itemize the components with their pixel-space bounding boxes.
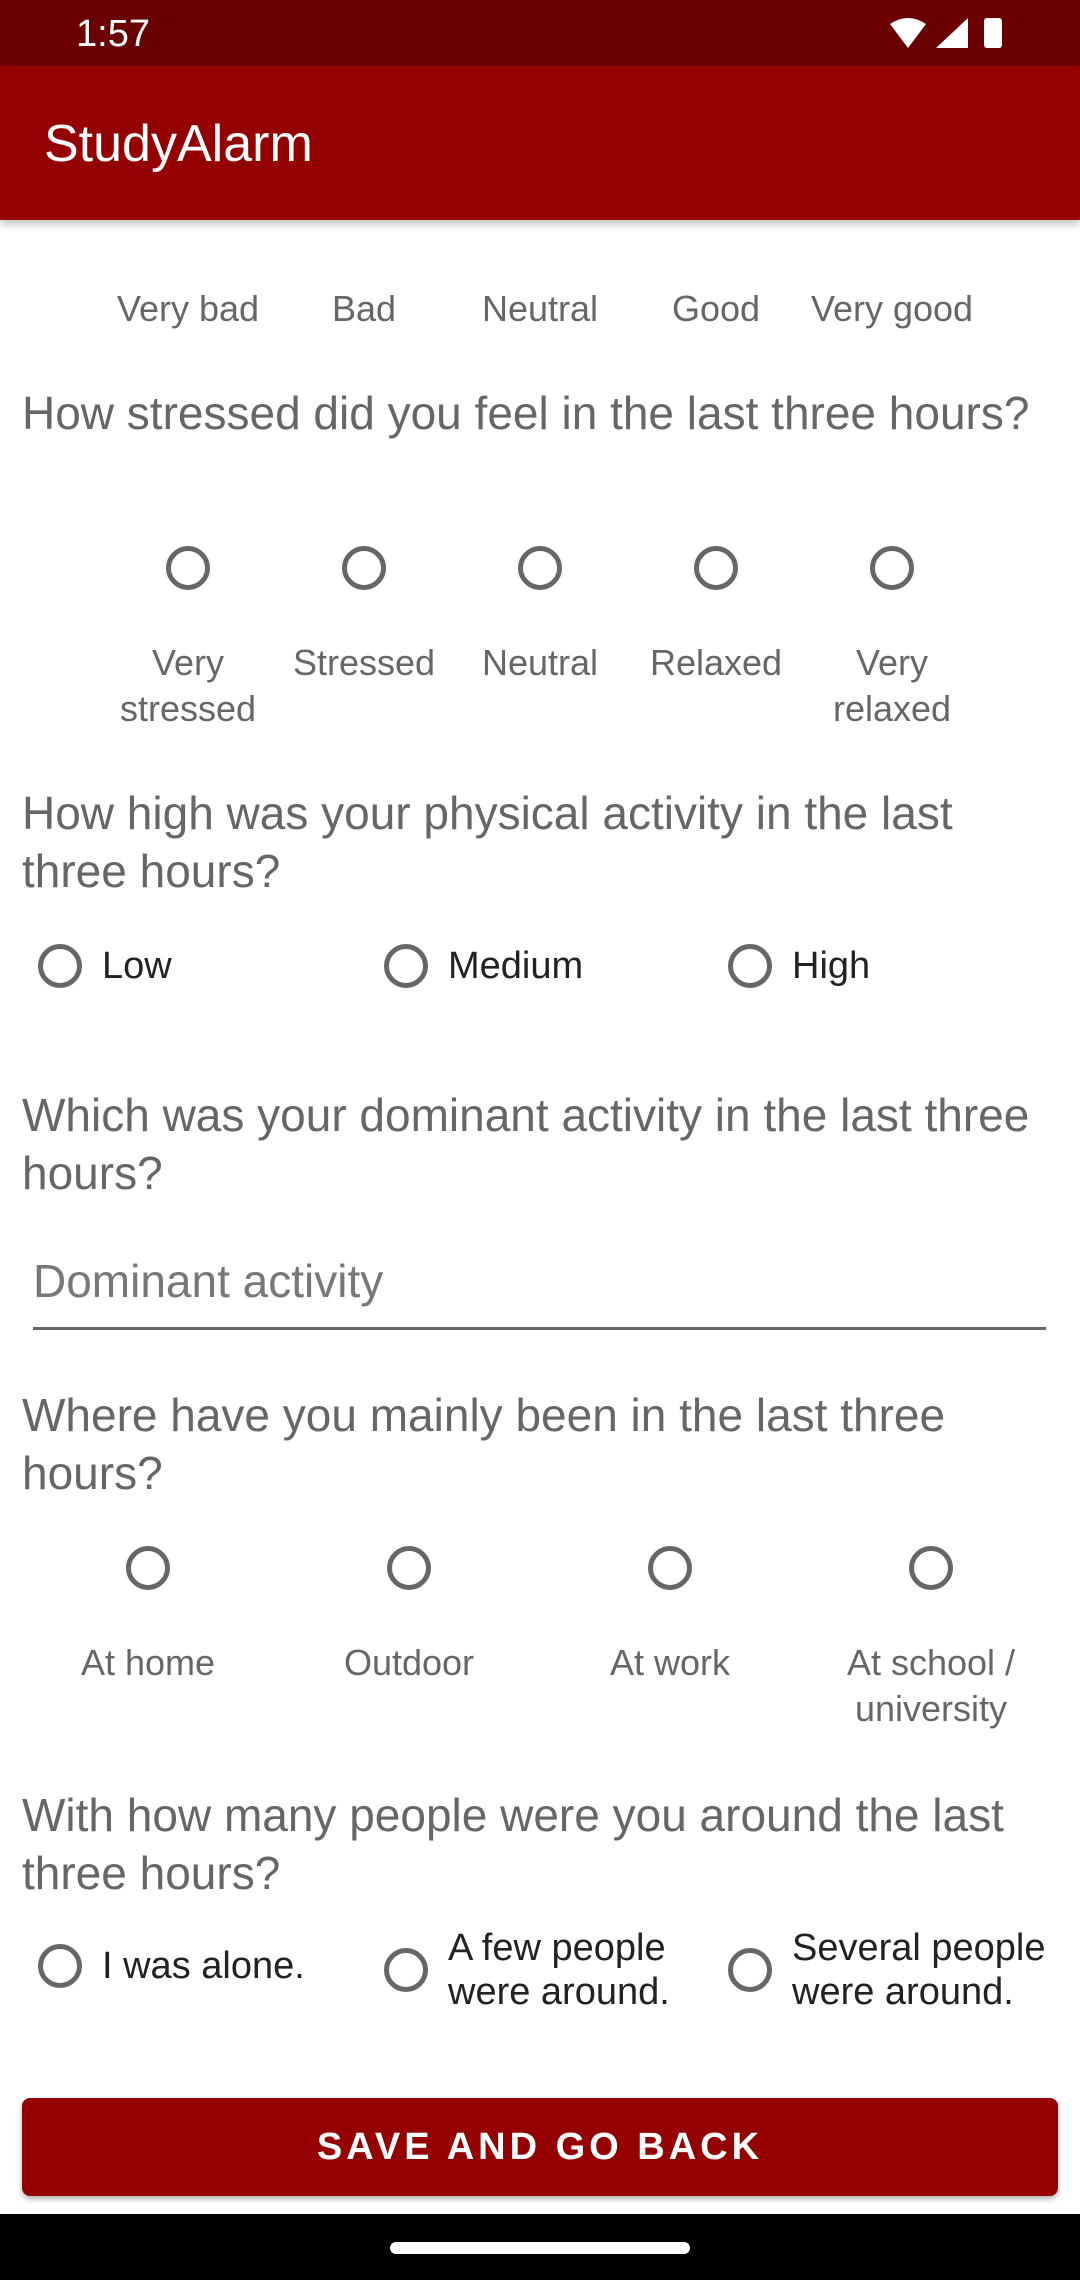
status-bar: 1:57 [0, 0, 1080, 66]
stress-option-1-label: Very stressed [119, 642, 257, 729]
stress-option-2-label: Stressed [292, 642, 436, 683]
physical-activity-question: How high was your physical activity in t… [22, 787, 953, 897]
location-question: Where have you mainly been in the last t… [22, 1389, 946, 1499]
stress-option-5-label: Very relaxed [832, 642, 952, 729]
physical-option-high[interactable]: High [728, 944, 870, 988]
mood-option-1-label: Very bad [116, 288, 260, 329]
people-option-alone-label: I was alone. [102, 1945, 305, 1987]
stress-option-2-radio[interactable] [342, 546, 386, 590]
dominant-activity-field[interactable] [33, 1238, 1046, 1330]
people-option-several-radio[interactable] [728, 1948, 772, 1992]
stress-option-1-radio[interactable] [166, 546, 210, 590]
location-option-4-radio[interactable] [909, 1546, 953, 1590]
stress-option-3-label: Neutral [481, 642, 599, 683]
status-time: 1:57 [76, 13, 150, 55]
mood-option-5-label: Very good [810, 288, 974, 329]
physical-option-medium-label: Medium [448, 945, 584, 987]
mood-option-2-label: Bad [331, 288, 397, 329]
stress-option-3-radio[interactable] [518, 546, 562, 590]
people-option-several-label: Several people were around. [792, 1927, 1046, 2013]
physical-option-low-label: Low [102, 945, 172, 987]
physical-option-high-label: High [792, 945, 871, 987]
stress-option-4-label: Relaxed [649, 642, 783, 683]
people-option-few-radio[interactable] [384, 1948, 428, 1992]
people-question: With how many people were you around the… [22, 1789, 1004, 1899]
app-title: StudyAlarm [44, 115, 313, 173]
location-option-2-label: Outdoor [343, 1642, 475, 1683]
stress-option-5-radio[interactable] [870, 546, 914, 590]
people-option-several[interactable]: Several people were around. [728, 1926, 1062, 2014]
battery-icon [984, 18, 1002, 48]
dominant-activity-input[interactable] [33, 1238, 1046, 1324]
location-option-1-label: At home [80, 1642, 216, 1683]
wifi-icon [890, 18, 926, 48]
location-option-1-radio[interactable] [126, 1546, 170, 1590]
people-option-few-label: A few people were around. [448, 1927, 670, 2013]
dominant-activity-question: Which was your dominant activity in the … [22, 1089, 1030, 1199]
physical-option-medium[interactable]: Medium [384, 944, 583, 988]
location-option-2-radio[interactable] [387, 1546, 431, 1590]
physical-option-high-radio[interactable] [728, 944, 772, 988]
physical-option-low[interactable]: Low [38, 944, 172, 988]
home-gesture-handle[interactable] [390, 2242, 690, 2254]
physical-option-low-radio[interactable] [38, 944, 82, 988]
location-option-3-radio[interactable] [648, 1546, 692, 1590]
navigation-bar [0, 2214, 1080, 2280]
status-icons [890, 18, 1002, 48]
location-option-3-label: At work [609, 1642, 731, 1683]
physical-option-medium-radio[interactable] [384, 944, 428, 988]
stress-question: How stressed did you feel in the last th… [22, 387, 1030, 439]
app-bar: StudyAlarm [0, 66, 1080, 220]
questionnaire-scroll-area[interactable]: Very bad Bad Neutral Good Very good How … [0, 220, 1080, 2080]
people-option-alone-radio[interactable] [38, 1944, 82, 1988]
people-option-alone[interactable]: I was alone. [38, 1944, 332, 1988]
mood-option-3-label: Neutral [481, 288, 599, 329]
stress-option-4-radio[interactable] [694, 546, 738, 590]
cellular-signal-icon [936, 18, 968, 48]
save-and-go-back-button[interactable]: SAVE AND GO BACK [22, 2098, 1058, 2196]
location-option-4-label: At school / university [846, 1642, 1016, 1729]
people-option-few[interactable]: A few people were around. [384, 1926, 708, 2014]
mood-option-4-label: Good [671, 288, 761, 329]
